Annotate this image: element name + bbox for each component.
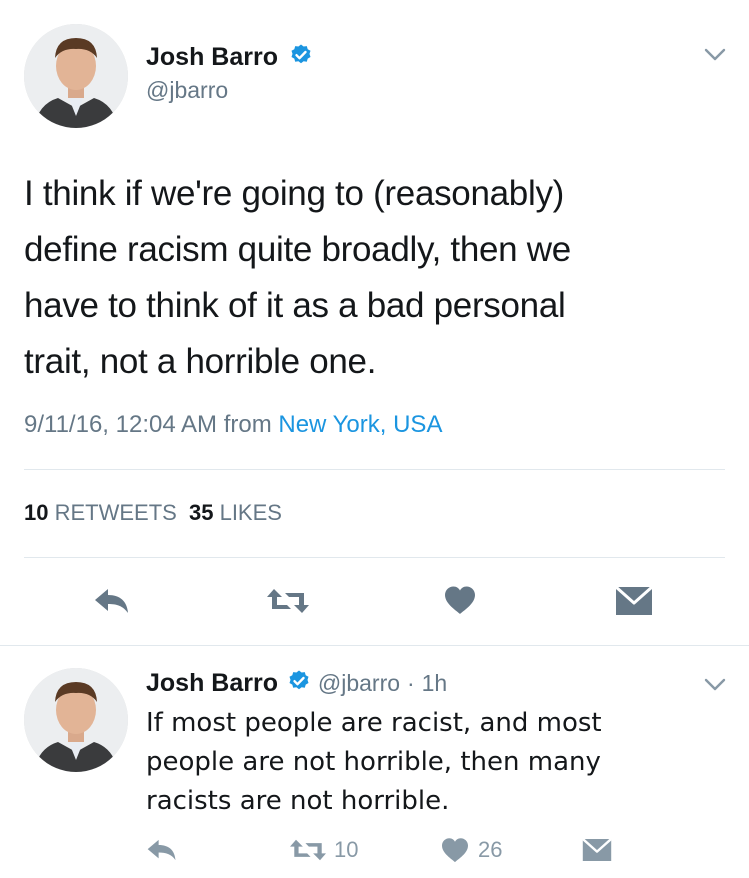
message-icon <box>582 838 612 862</box>
reply-text: If most people are racist, and most peop… <box>146 704 602 821</box>
reply-icon <box>95 589 128 613</box>
reply-button[interactable] <box>144 836 180 864</box>
like-icon <box>445 586 475 614</box>
reply-button[interactable] <box>90 584 134 618</box>
likes-label: LIKES <box>219 500 282 525</box>
tweet-meta: 9/11/16, 12:04 AM from New York, USA <box>24 410 442 440</box>
retweets-stat[interactable]: 10 RETWEETS <box>24 500 183 525</box>
author-name[interactable]: Josh Barro <box>146 43 278 71</box>
reply-header: Josh Barro @jbarro · 1h <box>146 668 447 700</box>
engagement-stats: 10 RETWEETS 35 LIKES <box>24 499 282 527</box>
divider <box>24 469 725 470</box>
avatar[interactable] <box>24 668 128 772</box>
message-icon <box>615 586 653 615</box>
message-button[interactable] <box>612 584 656 618</box>
separator-dot: · <box>407 670 415 696</box>
author-name[interactable]: Josh Barro <box>146 669 278 697</box>
author-handle[interactable]: @jbarro <box>318 670 400 696</box>
tweet-text: I think if we're going to (reasonably) d… <box>24 166 571 390</box>
author-handle[interactable]: @jbarro <box>146 76 228 104</box>
retweets-label: RETWEETS <box>54 500 177 525</box>
from-label: from <box>223 411 272 438</box>
like-button[interactable]: 26 <box>440 836 502 864</box>
verified-icon <box>287 669 311 700</box>
verified-icon <box>289 43 313 74</box>
retweet-count: 10 <box>334 837 359 862</box>
tweet-text-line: trait, not a horrible one. <box>24 342 377 381</box>
tweet-separator <box>0 645 749 646</box>
time-ago[interactable]: 1h <box>422 670 448 696</box>
tweet-text-line: define racism quite broadly, then we <box>24 230 571 269</box>
like-count: 26 <box>478 837 503 862</box>
like-icon <box>442 838 468 863</box>
reply-text-line: people are not horrible, then many <box>146 747 601 777</box>
message-button[interactable] <box>580 836 614 864</box>
reply-text-line: If most people are racist, and most <box>146 708 602 738</box>
reply-text-line: racists are not horrible. <box>146 786 450 816</box>
location-link[interactable]: New York, USA <box>278 411 442 438</box>
tweet-text-line: I think if we're going to (reasonably) <box>24 174 565 213</box>
retweet-button[interactable] <box>262 584 314 618</box>
likes-stat[interactable]: 35 LIKES <box>189 500 282 525</box>
chevron-down-icon[interactable] <box>704 48 726 67</box>
timestamp[interactable]: 9/11/16, 12:04 AM <box>24 411 217 438</box>
retweet-icon <box>290 839 326 861</box>
retweets-count: 10 <box>24 500 49 525</box>
like-button[interactable] <box>440 582 480 618</box>
likes-count: 35 <box>188 500 214 525</box>
avatar[interactable] <box>24 24 128 128</box>
chevron-down-icon[interactable] <box>704 678 726 697</box>
divider <box>24 557 725 558</box>
retweet-button[interactable]: 10 <box>288 836 358 864</box>
retweet-icon <box>267 589 309 613</box>
reply-icon <box>147 839 176 861</box>
tweet-text-line: have to think of it as a bad personal <box>24 286 566 325</box>
